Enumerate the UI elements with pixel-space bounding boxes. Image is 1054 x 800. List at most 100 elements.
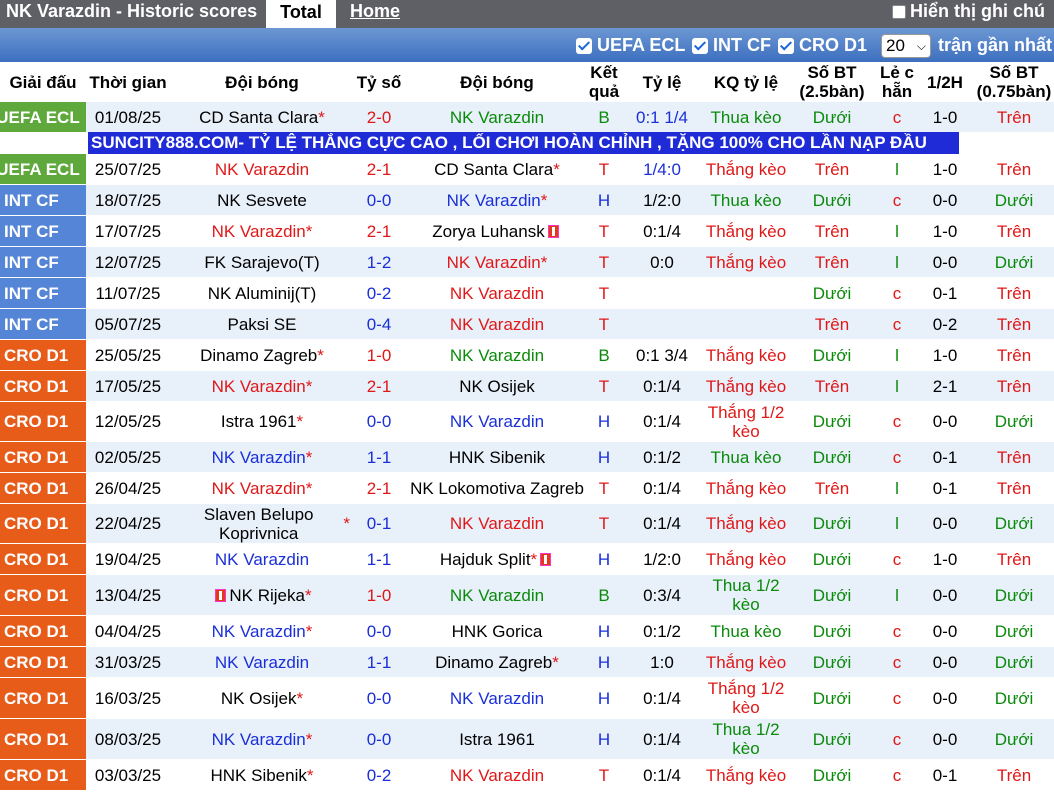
half-time-score: 0-1: [932, 765, 958, 785]
odds-value: [628, 309, 696, 339]
away-team[interactable]: Zorya Luhansk: [404, 216, 590, 246]
home-team[interactable]: NK Sesvete: [170, 185, 354, 215]
home-team[interactable]: Slaven Belupo Koprivnica *: [170, 504, 354, 543]
home-team[interactable]: Paksi SE: [170, 309, 354, 339]
away-team[interactable]: NK Varazdin: [404, 402, 590, 441]
home-team[interactable]: NK Varazdin *: [170, 719, 354, 759]
match-count-value: 20: [886, 36, 905, 55]
home-team[interactable]: NK Varazdin: [170, 544, 354, 574]
match-result: H: [597, 190, 611, 210]
odd-even: c: [892, 729, 902, 749]
away-team[interactable]: NK Varazdin: [404, 678, 590, 718]
league-badge: CRO D1: [0, 504, 86, 543]
home-team[interactable]: Dinamo Zagreb *: [170, 340, 354, 370]
half-time-score: 0-0: [932, 585, 958, 605]
over-under-075: Dưới: [994, 585, 1034, 605]
over-under-25: Dưới: [812, 107, 852, 127]
table-row: CRO D1 26/04/25 NK Varazdin * 2-1 NK Lokomoti…: [0, 473, 1054, 503]
away-team[interactable]: NK Varazdin: [404, 278, 590, 308]
away-team[interactable]: NK Varazdin: [404, 504, 590, 543]
home-team[interactable]: NK Rijeka *: [170, 575, 354, 615]
match-count-select[interactable]: 20 ⌵: [881, 34, 931, 58]
over-under-25: Dưới: [812, 514, 852, 533]
home-team[interactable]: NK Aluminij(T): [170, 278, 354, 308]
checked-icon[interactable]: [692, 37, 708, 54]
team-name: Paksi SE: [227, 314, 297, 334]
odd-even: l: [895, 252, 899, 272]
away-team[interactable]: HNK Sibenik: [404, 442, 590, 472]
away-team[interactable]: Istra 1961: [404, 719, 590, 759]
home-team[interactable]: NK Varazdin *: [170, 616, 354, 646]
away-team[interactable]: Dinamo Zagreb *: [404, 647, 590, 677]
away-team[interactable]: NK Varazdin: [404, 340, 590, 370]
table-row: CRO D1 19/04/25 NK Varazdin 1-1 Hajduk Split…: [0, 544, 1054, 574]
odds-result: Thắng kèo: [705, 252, 787, 272]
half-time-score: 0-0: [932, 621, 958, 641]
home-team[interactable]: NK Varazdin *: [170, 442, 354, 472]
away-team[interactable]: NK Lokomotiva Zagreb: [404, 473, 590, 503]
table-row: CRO D1 17/05/25 NK Varazdin * 2-1 NK Osijek T 0…: [0, 371, 1054, 401]
tab-home[interactable]: Home: [350, 1, 400, 22]
over-under-25: Trên: [814, 478, 850, 498]
away-team[interactable]: NK Varazdin: [404, 309, 590, 339]
away-team[interactable]: Hajduk Split *: [404, 544, 590, 574]
checked-icon[interactable]: [778, 37, 794, 54]
team-name: NK Varazdin: [446, 190, 541, 210]
home-team[interactable]: HNK Sibenik *: [170, 760, 354, 790]
away-team[interactable]: NK Varazdin: [404, 575, 590, 615]
over-under-075: Trên: [996, 549, 1032, 569]
half-time-score: 0-0: [932, 729, 958, 749]
half-time-score: 1-0: [932, 221, 958, 241]
match-score: 0-1: [366, 514, 392, 533]
match-score: 0-0: [366, 412, 392, 431]
home-team[interactable]: Istra 1961 *: [170, 402, 354, 441]
away-team[interactable]: NK Osijek: [404, 371, 590, 401]
over-under-25: Trên: [814, 314, 850, 334]
team-name: NK Varazdin: [214, 652, 310, 672]
over-under-25: Dưới: [812, 283, 852, 303]
filter-int-cf[interactable]: INT CF: [692, 35, 771, 56]
away-team[interactable]: NK Varazdin *: [404, 247, 590, 277]
home-team[interactable]: NK Osijek *: [170, 678, 354, 718]
over-under-25: Dưới: [812, 412, 852, 431]
odd-even: c: [892, 652, 902, 672]
table-header: Giải đấu Thời gian Đội bóng Tỷ số Đội bó…: [0, 62, 1054, 102]
home-team[interactable]: NK Varazdin *: [170, 216, 354, 246]
home-team[interactable]: NK Varazdin *: [170, 371, 354, 401]
match-date: 12/07/25: [94, 252, 162, 272]
team-name: Dinamo Zagreb: [435, 652, 553, 672]
team-name: NK Rijeka: [229, 585, 305, 605]
away-team[interactable]: NK Varazdin *: [404, 185, 590, 215]
tab-total[interactable]: Total: [266, 0, 336, 28]
filter-cro-d1[interactable]: CRO D1: [778, 35, 867, 56]
half-time-score: 1-0: [932, 549, 958, 569]
header-score: Tỷ số: [356, 72, 402, 92]
team-name: Istra 1961: [459, 729, 535, 749]
home-team[interactable]: NK Varazdin: [170, 154, 354, 184]
home-team[interactable]: CD Santa Clara *: [170, 102, 354, 132]
home-team[interactable]: NK Varazdin: [170, 647, 354, 677]
away-team[interactable]: HNK Gorica: [404, 616, 590, 646]
ad-banner[interactable]: SUNCITY888.COM- TỶ LỆ THẮNG CỰC CAO , LỐ…: [88, 132, 959, 154]
away-team[interactable]: CD Santa Clara *: [404, 154, 590, 184]
show-notes-toggle[interactable]: Hiển thị ghi chú: [892, 1, 1045, 22]
checked-icon[interactable]: [576, 37, 592, 54]
match-result: T: [598, 376, 610, 396]
odds-result: Thắng kèo: [705, 514, 787, 533]
match-score: 1-1: [366, 447, 392, 467]
away-team[interactable]: NK Varazdin: [404, 102, 590, 132]
red-card-icon: [540, 552, 552, 566]
home-team[interactable]: FK Sarajevo(T): [170, 247, 354, 277]
odds-result: Thắng kèo: [705, 376, 787, 396]
match-date: 08/03/25: [94, 729, 162, 749]
match-result: B: [598, 107, 610, 127]
filter-uefa-ecl[interactable]: UEFA ECL: [576, 35, 685, 56]
odds-value: 0:1/4: [643, 688, 681, 708]
over-under-075: Trên: [996, 478, 1032, 498]
home-team[interactable]: NK Varazdin *: [170, 473, 354, 503]
team-name: NK Varazdin: [449, 283, 545, 303]
checkbox-icon[interactable]: [892, 4, 906, 19]
odd-even: l: [895, 478, 899, 498]
over-under-075: Trên: [996, 283, 1032, 303]
away-team[interactable]: NK Varazdin: [404, 760, 590, 790]
